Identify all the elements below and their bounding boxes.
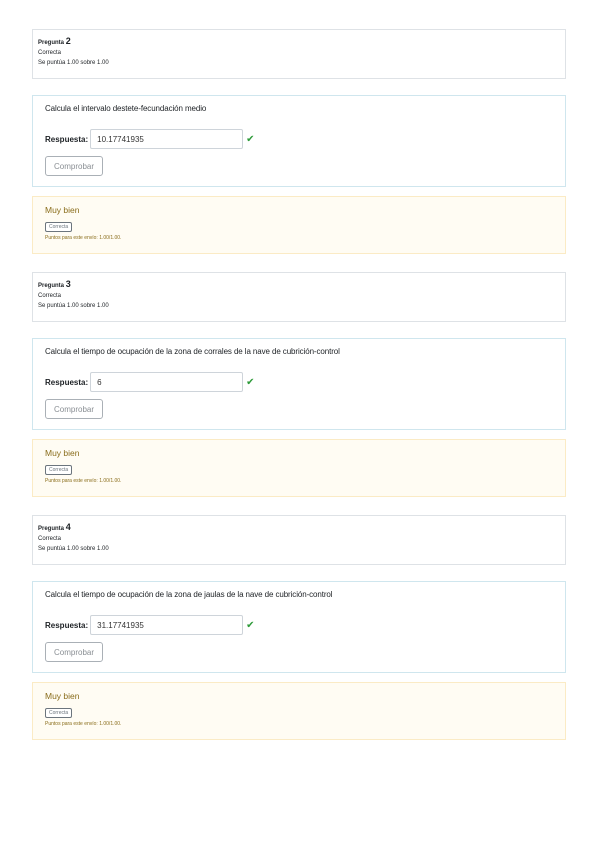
question-feedback-3: Muy bien Correcta Puntos para este envío… (32, 439, 566, 497)
feedback-badge: Correcta (45, 222, 73, 232)
question-feedback-4: Muy bien Correcta Puntos para este envío… (32, 682, 566, 740)
question-prefix: Pregunta (38, 526, 65, 532)
question-number-value: 3 (65, 279, 71, 289)
feedback-points: Puntos para este envío: 1.00/1.00. (45, 478, 122, 484)
question-grade: Se puntúa 1.00 sobre 1.00 (38, 546, 109, 552)
feedback-title: Muy bien (45, 691, 80, 701)
check-button[interactable]: Comprobar (45, 642, 103, 662)
answer-label: Respuesta: (45, 134, 89, 144)
question-formulation-4: Calcula el tiempo de ocupación de la zon… (32, 581, 566, 673)
question-text: Calcula el tiempo de ocupación de la zon… (45, 590, 333, 599)
question-prefix: Pregunta (38, 40, 65, 46)
answer-label: Respuesta: (45, 620, 89, 630)
question-number: Pregunta 3 (38, 279, 560, 291)
feedback-badge: Correcta (45, 708, 73, 718)
question-number: Pregunta 4 (38, 522, 560, 534)
check-button[interactable]: Comprobar (45, 399, 103, 419)
question-grade: Se puntúa 1.00 sobre 1.00 (38, 303, 109, 309)
answer-row: Respuesta: 10.17741935 ✔ (45, 129, 553, 149)
question-info-4: Pregunta 4 Correcta Se puntúa 1.00 sobre… (32, 515, 566, 565)
check-icon: ✔ (246, 619, 255, 631)
question-text: Calcula el tiempo de ocupación de la zon… (45, 347, 340, 356)
check-button[interactable]: Comprobar (45, 156, 103, 176)
feedback-points: Puntos para este envío: 1.00/1.00. (45, 235, 122, 241)
answer-row: Respuesta: 31.17741935 ✔ (45, 615, 553, 635)
answer-input[interactable]: 31.17741935 (90, 615, 244, 635)
check-icon: ✔ (246, 133, 255, 145)
feedback-points: Puntos para este envío: 1.00/1.00. (45, 721, 122, 727)
check-icon: ✔ (246, 376, 255, 388)
question-info-2: Pregunta 2 Correcta Se puntúa 1.00 sobre… (32, 29, 566, 79)
question-number-value: 2 (65, 36, 71, 46)
question-grade: Se puntúa 1.00 sobre 1.00 (38, 60, 109, 66)
answer-label: Respuesta: (45, 377, 89, 387)
question-prefix: Pregunta (38, 283, 65, 289)
answer-input[interactable]: 6 (90, 372, 244, 392)
feedback-title: Muy bien (45, 448, 80, 458)
answer-row: Respuesta: 6 ✔ (45, 372, 553, 392)
question-state: Correcta (38, 50, 62, 56)
question-formulation-3: Calcula el tiempo de ocupación de la zon… (32, 338, 566, 430)
feedback-title: Muy bien (45, 205, 80, 215)
question-text: Calcula el intervalo destete-fecundación… (45, 104, 207, 113)
question-state: Correcta (38, 293, 62, 299)
question-number: Pregunta 2 (38, 36, 560, 48)
answer-input[interactable]: 10.17741935 (90, 129, 244, 149)
question-number-value: 4 (65, 522, 71, 532)
question-info-3: Pregunta 3 Correcta Se puntúa 1.00 sobre… (32, 272, 566, 322)
question-feedback-2: Muy bien Correcta Puntos para este envío… (32, 196, 566, 254)
question-state: Correcta (38, 536, 62, 542)
feedback-badge: Correcta (45, 465, 73, 475)
question-formulation-2: Calcula el intervalo destete-fecundación… (32, 95, 566, 187)
